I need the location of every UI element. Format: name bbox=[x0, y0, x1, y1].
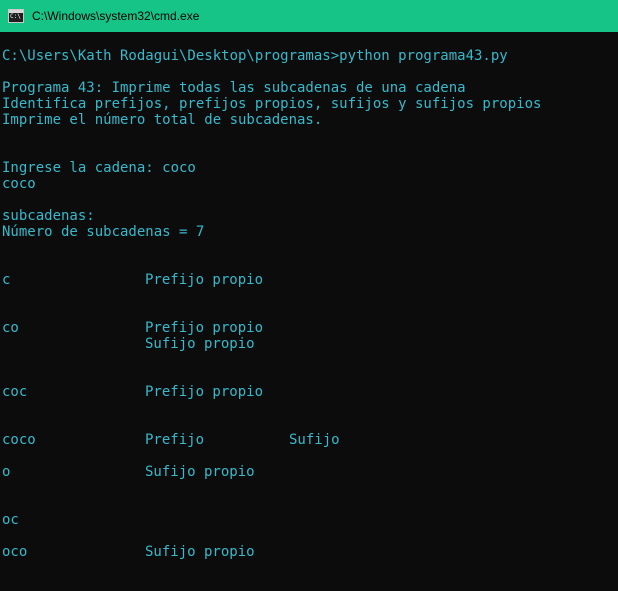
result-continuation-row: Sufijo propio bbox=[2, 336, 618, 352]
window-title: C:\Windows\system32\cmd.exe bbox=[32, 9, 200, 23]
count-line: Número de subcadenas = 7 bbox=[2, 224, 205, 240]
header-line: Imprime el número total de subcadenas. bbox=[2, 112, 323, 128]
substring-cell: oco bbox=[2, 544, 28, 560]
result-row: coco Prefijo Sufijo bbox=[2, 432, 618, 448]
classification-cell: Prefijo propio bbox=[145, 320, 264, 336]
header-line: Identifica prefijos, prefijos propios, s… bbox=[2, 96, 542, 112]
result-row: oc bbox=[2, 512, 618, 528]
classification-cell: Prefijo bbox=[145, 432, 205, 448]
substring-cell: co bbox=[2, 320, 19, 336]
command-prompt-line: C:\Users\Kath Rodagui\Desktop\programas>… bbox=[2, 48, 508, 64]
classification-cell: Prefijo propio bbox=[145, 384, 264, 400]
substring-cell: coco bbox=[2, 432, 36, 448]
result-row: co Prefijo propio bbox=[2, 320, 618, 336]
classification-cell-2: Sufijo bbox=[289, 432, 340, 448]
result-row: o Sufijo propio bbox=[2, 464, 618, 480]
subcadenas-label: subcadenas: bbox=[2, 208, 95, 224]
result-row: oco Sufijo propio bbox=[2, 544, 618, 560]
classification-cell: Sufijo propio bbox=[145, 464, 255, 480]
console-icon[interactable] bbox=[8, 9, 24, 23]
classification-cell: Sufijo propio bbox=[145, 544, 255, 560]
classification-cell: Sufijo propio bbox=[145, 336, 255, 352]
header-line: Programa 43: Imprime todas las subcadena… bbox=[2, 80, 466, 96]
classification-cell: Prefijo propio bbox=[145, 272, 264, 288]
substring-cell: c bbox=[2, 272, 11, 288]
result-row: c Prefijo propio bbox=[2, 272, 618, 288]
substring-cell: o bbox=[2, 464, 11, 480]
result-row: coc Prefijo propio bbox=[2, 384, 618, 400]
cmd-window: C:\Windows\system32\cmd.exe C:\Users\Kat… bbox=[0, 0, 618, 591]
console-output[interactable]: C:\Users\Kath Rodagui\Desktop\programas>… bbox=[2, 32, 618, 591]
title-bar[interactable]: C:\Windows\system32\cmd.exe bbox=[0, 0, 618, 32]
substring-cell: coc bbox=[2, 384, 28, 400]
substring-cell: oc bbox=[2, 512, 19, 528]
input-prompt-line: Ingrese la cadena: coco bbox=[2, 160, 196, 176]
echo-line: coco bbox=[2, 176, 36, 192]
